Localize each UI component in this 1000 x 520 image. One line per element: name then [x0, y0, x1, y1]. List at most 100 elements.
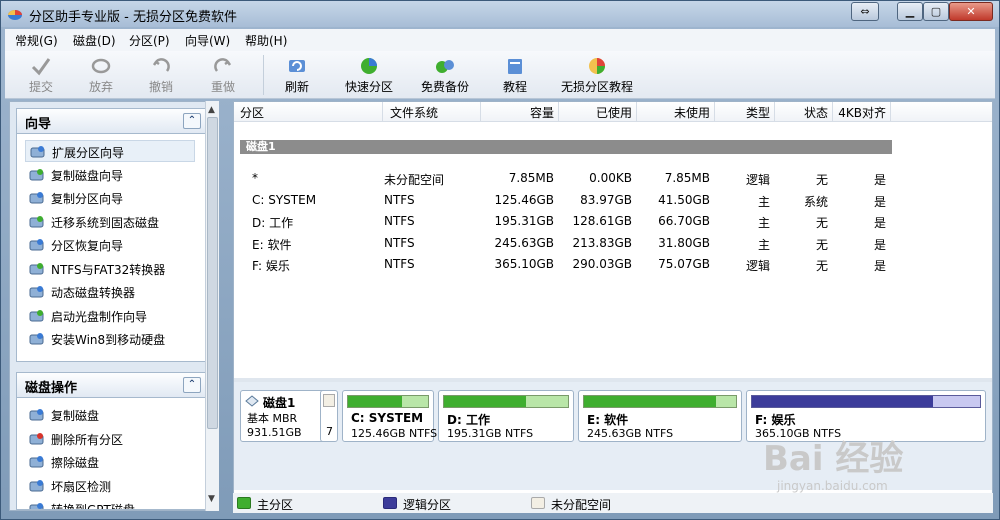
- scroll-up-icon[interactable]: ▲: [208, 105, 215, 115]
- table-cell: E: 软件: [252, 237, 292, 252]
- disk-size: 931.51GB: [247, 426, 302, 439]
- table-row[interactable]: F: 娱乐 NTFS 365.10GB 290.03GB 75.07GB 逻辑 无 是: [234, 254, 992, 276]
- wizard-item-label: 复制分区向导: [51, 192, 124, 206]
- menu-partition[interactable]: 分区(P): [129, 32, 170, 49]
- usage-bar: [443, 395, 569, 408]
- unallocated-bar: [323, 394, 335, 407]
- column-divider[interactable]: [714, 102, 715, 122]
- refresh-icon: [289, 60, 305, 72]
- discard-button[interactable]: 放弃: [81, 53, 121, 97]
- wizard-panel-header[interactable]: 向导 ⌃: [16, 108, 206, 134]
- col-used[interactable]: 已使用: [560, 104, 632, 121]
- wizard-item-label: 启动光盘制作向导: [51, 309, 148, 324]
- wizard-item-dynamic[interactable]: 动态磁盘转换器: [25, 281, 195, 303]
- table-cell: 83.97GB: [580, 192, 632, 207]
- menu-bar: 常规(G) 磁盘(D) 分区(P) 向导(W) 帮助(H): [5, 29, 995, 51]
- table-cell: 75.07GB: [658, 257, 710, 271]
- left-panel-scrollbar[interactable]: ▲ ▼: [205, 101, 219, 511]
- discard-icon: [91, 58, 111, 74]
- app-icon: [8, 10, 22, 20]
- table-cell: *: [252, 171, 258, 185]
- wizard-item-win8[interactable]: 安装Win8到移动硬盘: [25, 328, 195, 350]
- col-status[interactable]: 状态: [776, 104, 828, 121]
- partition-card[interactable]: E: 软件 245.63GB NTFS: [578, 390, 742, 442]
- column-divider[interactable]: [832, 102, 833, 122]
- wizard-panel: 扩展分区向导复制磁盘向导 复制分区向导迁移系统到固态磁盘 分区恢复向导 NTFS与FA…: [16, 134, 206, 362]
- column-divider[interactable]: [558, 102, 559, 122]
- menu-help[interactable]: 帮助(H): [245, 32, 287, 49]
- refresh-button[interactable]: 刷新: [277, 53, 317, 97]
- bad-sector-icon: [29, 479, 44, 491]
- table-row[interactable]: * 未分配空间 7.85MB 0.00KB 7.85MB 逻辑 无 是: [234, 168, 992, 190]
- free-backup-button[interactable]: 免费备份: [417, 53, 473, 97]
- wizard-item-label: 复制磁盘向导: [51, 168, 124, 183]
- disk-group-header[interactable]: 磁盘1: [240, 140, 892, 154]
- col-filesystem[interactable]: 文件系统: [390, 104, 438, 121]
- menu-wizard[interactable]: 向导(W): [185, 32, 230, 49]
- undo-button[interactable]: 撤销: [141, 53, 181, 97]
- table-row[interactable]: D: 工作 NTFS 195.31GB 128.61GB 66.70GB 主 无 是: [234, 211, 992, 233]
- col-4k-align[interactable]: 4KB对齐: [834, 104, 886, 121]
- column-divider[interactable]: [774, 102, 775, 122]
- col-capacity[interactable]: 容量: [484, 104, 554, 121]
- wizard-item-bootcd[interactable]: 启动光盘制作向导: [25, 305, 195, 327]
- col-free[interactable]: 未使用: [638, 104, 710, 121]
- disk-op-delete-all[interactable]: 删除所有分区: [25, 428, 195, 450]
- minimize-button[interactable]: ▁: [897, 2, 923, 21]
- scroll-thumb[interactable]: [207, 117, 218, 429]
- collapse-icon[interactable]: ⌃: [183, 113, 201, 129]
- partition-card[interactable]: D: 工作 195.31GB NTFS: [438, 390, 574, 442]
- wizard-item-migrate[interactable]: 迁移系统到固态磁盘: [25, 211, 195, 233]
- wizard-item-recover[interactable]: 分区恢复向导: [25, 234, 195, 256]
- collapse-icon[interactable]: ⌃: [183, 377, 201, 393]
- menu-disk[interactable]: 磁盘(D): [73, 32, 116, 49]
- table-row[interactable]: C: SYSTEM NTFS 125.46GB 83.97GB 41.50GB 主 系统 是: [234, 190, 992, 212]
- partition-name: C: SYSTEM: [351, 411, 424, 425]
- scroll-down-icon[interactable]: ▼: [208, 494, 215, 504]
- col-partition[interactable]: 分区: [240, 104, 264, 121]
- table-cell: 无: [815, 237, 828, 252]
- maximize-button[interactable]: ▢: [923, 2, 949, 21]
- title-bar[interactable]: 分区助手专业版 - 无损分区免费软件 ⇔ ▁ ▢ ✕: [1, 1, 999, 27]
- disk-op-wipe[interactable]: 擦除磁盘: [25, 451, 195, 473]
- to-gpt-icon: [29, 503, 44, 509]
- disk-op-label: 擦除磁盘: [51, 456, 100, 470]
- disk-ops-panel-title: 磁盘操作: [25, 381, 78, 396]
- restore-size-button[interactable]: ⇔: [851, 2, 879, 21]
- disk-op-to-gpt[interactable]: 转换到GPT磁盘: [25, 498, 195, 509]
- copy-disk-icon: [29, 168, 44, 180]
- commit-button[interactable]: 提交: [21, 53, 61, 97]
- partition-card[interactable]: F: 娱乐 365.10GB NTFS: [746, 390, 986, 442]
- close-button[interactable]: ✕: [949, 2, 993, 21]
- column-divider[interactable]: [382, 102, 383, 122]
- redo-icon: [214, 58, 232, 72]
- quick-partition-button[interactable]: 快速分区: [341, 53, 397, 97]
- wizard-item-copy-partition[interactable]: 复制分区向导: [25, 187, 195, 209]
- unallocated-block[interactable]: 7: [320, 390, 338, 442]
- disk-name: 磁盘1: [263, 396, 296, 410]
- table-row[interactable]: E: 软件 NTFS 245.63GB 213.83GB 31.80GB 主 无 是: [234, 233, 992, 255]
- col-type[interactable]: 类型: [716, 104, 770, 121]
- column-divider[interactable]: [480, 102, 481, 122]
- partition-info: 195.31GB NTFS: [447, 427, 534, 440]
- disk-ops-panel-header[interactable]: 磁盘操作 ⌃: [16, 372, 206, 398]
- table-cell: 245.63GB: [494, 235, 554, 250]
- wizard-item-convert[interactable]: NTFS与FAT32转换器: [25, 258, 195, 280]
- redo-button[interactable]: 重做: [203, 53, 243, 97]
- tutorial-button[interactable]: 教程: [495, 53, 535, 97]
- table-header: 分区 文件系统 容量 已使用 未使用 类型 状态 4KB对齐: [234, 102, 992, 122]
- disk-op-bad-sector[interactable]: 坏扇区检测: [25, 475, 195, 497]
- quick-partition-icon: [361, 58, 377, 74]
- lossless-tutorial-button[interactable]: 无损分区教程: [555, 53, 639, 97]
- table-cell: 系统: [803, 194, 828, 209]
- usage-fill: [752, 396, 933, 407]
- column-divider[interactable]: [890, 102, 891, 122]
- wizard-item-expand[interactable]: 扩展分区向导: [25, 140, 195, 162]
- partition-card[interactable]: C: SYSTEM 125.46GB NTFS: [342, 390, 437, 442]
- wizard-item-copy-disk[interactable]: 复制磁盘向导: [25, 164, 195, 186]
- disk-op-copy-disk[interactable]: 复制磁盘: [25, 404, 195, 426]
- table-cell: 41.50GB: [658, 192, 710, 207]
- column-divider[interactable]: [636, 102, 637, 122]
- menu-general[interactable]: 常规(G): [15, 32, 58, 49]
- table-cell: F: 娱乐: [252, 259, 290, 273]
